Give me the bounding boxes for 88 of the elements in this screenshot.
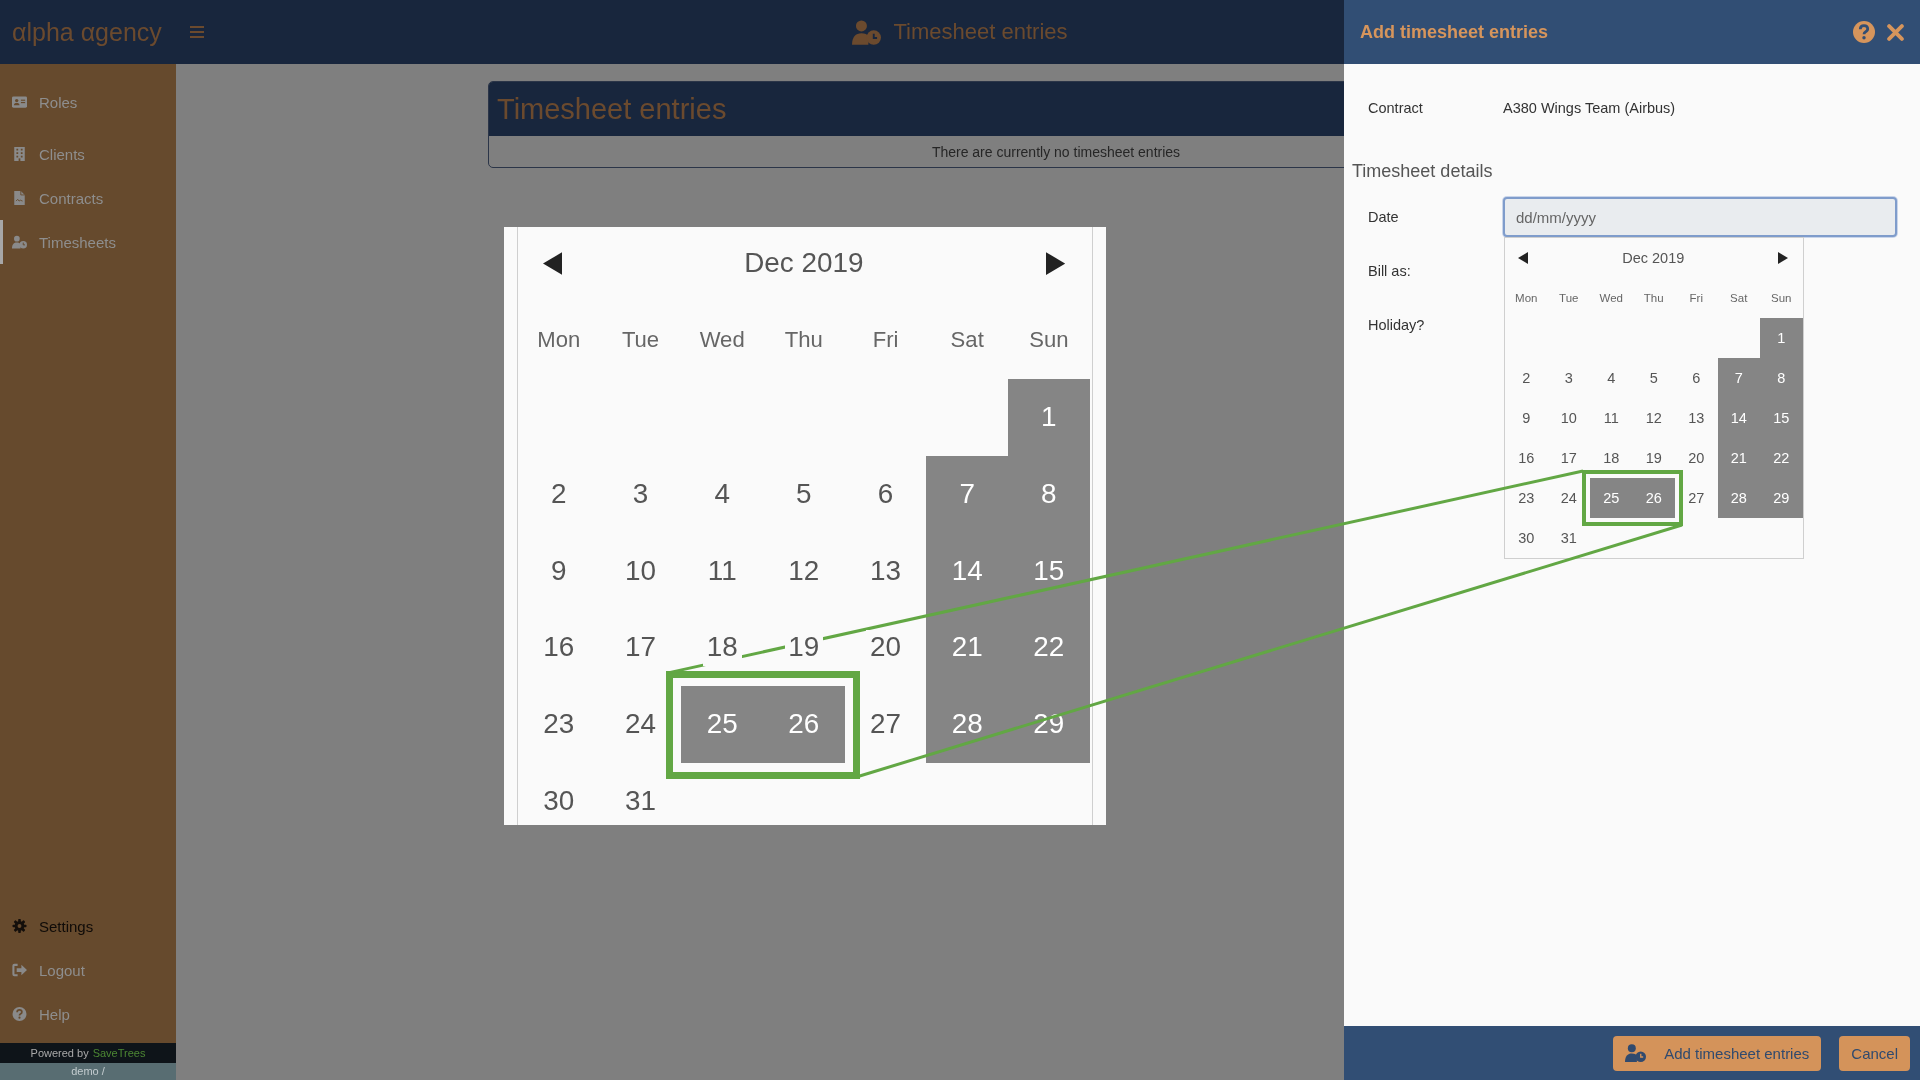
gear-icon: [12, 919, 27, 933]
help-button[interactable]: [1853, 21, 1875, 43]
calendar-day[interactable]: 19: [1643, 448, 1664, 468]
calendar-day: 1: [1008, 378, 1090, 456]
field-label: Holiday?: [1368, 317, 1426, 333]
weekday-label: Sat: [950, 327, 984, 354]
calendar-day[interactable]: 30: [1516, 528, 1537, 548]
field-label: Bill as:: [1368, 263, 1412, 279]
weekday-label: Thu: [784, 327, 823, 354]
calendar-day: 21: [926, 609, 1009, 687]
weekday-label: Mon: [1515, 292, 1538, 304]
id-card-icon: [12, 95, 27, 109]
exit-arrow-icon: [12, 963, 27, 977]
month-label: Dec 2019: [1622, 250, 1685, 266]
calendar-day[interactable]: 31: [1558, 528, 1579, 548]
calendar-day[interactable]: 27: [1686, 488, 1707, 508]
calendar-day[interactable]: 17: [1558, 448, 1579, 468]
left-triangle-icon: [543, 251, 563, 275]
powered-by-text: Powered by: [30, 1047, 89, 1059]
calendar-day: 7: [926, 455, 1009, 533]
empty-message: There are currently no timesheet entries: [931, 143, 1181, 160]
weekday-label: Sun: [1029, 327, 1069, 354]
sidebar-item[interactable]: Contracts: [0, 176, 176, 220]
section-title: Timesheet details: [1352, 160, 1494, 183]
document-icon: [12, 191, 27, 205]
environment-bar: demo /: [0, 1063, 176, 1080]
calendar-day[interactable]: 5: [1647, 368, 1660, 388]
user-clock-icon: [852, 19, 882, 45]
user-clock-icon: [12, 235, 27, 249]
drawer-title: Add timesheet entries: [1360, 21, 1550, 43]
sidebar-item[interactable]: Logout: [0, 948, 176, 992]
weekday-label: Sun: [1771, 292, 1792, 304]
calendar-day: 25: [681, 686, 763, 764]
app-logo: αlpha αgency: [12, 17, 162, 47]
weekday-label: Tue: [621, 327, 660, 354]
weekday-label: Fri: [1689, 292, 1703, 304]
calendar-day: 28: [926, 686, 1009, 764]
weekday-label: Mon: [537, 327, 581, 354]
date-input[interactable]: dd/mm/yyyy: [1503, 197, 1897, 237]
month-label: Dec 2019: [744, 247, 864, 280]
help-icon: [1853, 21, 1875, 43]
contract-value: A380 Wings Team (Airbus): [1503, 100, 1676, 116]
weekday-label: Fri: [872, 327, 899, 354]
sidebar-item[interactable]: Clients: [0, 132, 176, 176]
weekday-label: Tue: [1559, 292, 1579, 304]
calendar-day[interactable]: 20: [1686, 448, 1707, 468]
calendar-day[interactable]: 16: [1516, 448, 1537, 468]
sidebar-item[interactable]: Roles: [0, 80, 176, 124]
help-icon: [12, 1007, 27, 1021]
calendar-day[interactable]: 11: [1601, 408, 1621, 428]
weekday-label: Wed: [699, 327, 745, 354]
add-entries-button[interactable]: Add timesheet entries: [1613, 1035, 1822, 1071]
calendar-day[interactable]: 10: [1558, 408, 1579, 428]
calendar-day[interactable]: 4: [1605, 368, 1618, 388]
right-triangle-icon: [1045, 251, 1065, 275]
close-button[interactable]: [1887, 23, 1904, 41]
calendar-day[interactable]: 12: [1643, 408, 1664, 428]
right-triangle-icon: [1778, 252, 1789, 264]
calendar-day: 22: [1008, 609, 1090, 687]
building-icon: [12, 147, 27, 161]
calendar-day: 26: [763, 686, 845, 764]
user-clock-icon: [1625, 1044, 1647, 1062]
calendar-day[interactable]: 18: [1601, 448, 1622, 468]
calendar-day[interactable]: 6: [1690, 368, 1703, 388]
cancel-button[interactable]: Cancel: [1839, 1035, 1910, 1071]
left-triangle-icon: [1518, 252, 1528, 264]
calendar-day[interactable]: 3: [1562, 368, 1575, 388]
menu-button[interactable]: [189, 26, 204, 38]
calendar-day: 15: [1008, 532, 1090, 610]
menu-icon: [189, 26, 204, 38]
panel-title: Timesheet entries: [497, 92, 727, 126]
calendar-day[interactable]: 23: [1516, 488, 1537, 508]
weekday-label: Thu: [1643, 292, 1664, 304]
weekday-label: Wed: [1599, 292, 1623, 304]
field-label: Contract: [1368, 100, 1424, 116]
weekday-label: Sat: [1730, 292, 1748, 304]
page-title: Timesheet entries: [893, 19, 1068, 45]
field-label: Date: [1368, 209, 1400, 225]
calendar-day: 8: [1008, 455, 1090, 533]
calendar-day[interactable]: 9: [1520, 408, 1533, 428]
calendar-day[interactable]: 24: [1558, 488, 1579, 508]
sidebar-item[interactable]: Timesheets: [0, 220, 176, 264]
calendar-day[interactable]: 13: [1686, 408, 1707, 428]
sidebar-item[interactable]: Help: [0, 992, 176, 1036]
calendar-day: 14: [926, 532, 1009, 610]
calendar-day[interactable]: 2: [1520, 368, 1533, 388]
brand-link[interactable]: SaveTrees: [92, 1047, 146, 1059]
close-icon: [1887, 23, 1904, 41]
